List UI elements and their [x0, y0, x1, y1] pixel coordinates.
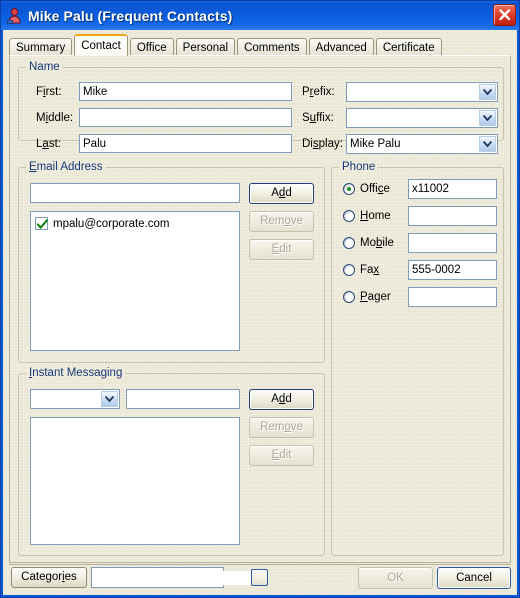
- phone-radio-pager[interactable]: Pager: [343, 291, 391, 303]
- phone-home-label: Home: [360, 210, 391, 222]
- phone-radio-home[interactable]: Home: [343, 210, 391, 222]
- im-group-legend: Instant Messaging: [26, 367, 126, 379]
- email-edit-button[interactable]: Edit: [249, 239, 314, 260]
- email-input[interactable]: [30, 183, 240, 203]
- email-remove-button[interactable]: Remove: [249, 211, 314, 232]
- first-name-label: First:: [36, 86, 62, 98]
- im-address-input[interactable]: [126, 389, 240, 409]
- phone-radio-mobile[interactable]: Mobile: [343, 237, 394, 249]
- im-listbox[interactable]: [30, 417, 240, 545]
- phone-office-label: Office: [360, 183, 390, 195]
- chevron-down-icon[interactable]: [479, 136, 496, 152]
- name-group-legend: Name: [26, 61, 63, 73]
- suffix-label: Suffix:: [302, 112, 334, 124]
- phone-pager-label: Pager: [360, 291, 391, 303]
- email-add-button[interactable]: Add: [249, 183, 314, 204]
- middle-name-label: Middle:: [36, 112, 74, 124]
- categories-input[interactable]: [92, 570, 251, 585]
- display-name-combobox[interactable]: Mike Palu: [346, 134, 498, 154]
- phone-group: Phone Office Home Mobile: [331, 161, 504, 556]
- email-listbox[interactable]: mpalu@corporate.com: [30, 211, 240, 351]
- contact-person-icon: [6, 7, 23, 24]
- radio-selected-icon[interactable]: [343, 183, 355, 195]
- categories-field[interactable]: [91, 567, 268, 588]
- phone-group-legend: Phone: [339, 161, 379, 173]
- im-edit-button[interactable]: Edit: [249, 445, 314, 466]
- radio-unselected-icon[interactable]: [343, 210, 355, 222]
- close-icon[interactable]: [493, 4, 516, 26]
- im-remove-button[interactable]: Remove: [249, 417, 314, 438]
- cancel-button[interactable]: Cancel: [437, 567, 511, 589]
- phone-pager-input[interactable]: [408, 287, 497, 307]
- window-title: Mike Palu (Frequent Contacts): [28, 7, 233, 24]
- chevron-down-icon[interactable]: [479, 110, 496, 126]
- im-add-button[interactable]: Add: [249, 389, 314, 410]
- contact-properties-window: Mike Palu (Frequent Contacts) Summary Co…: [0, 0, 520, 598]
- ellipsis-picker-button[interactable]: [251, 569, 268, 586]
- phone-mobile-input[interactable]: [408, 233, 497, 253]
- checkbox-checked-icon[interactable]: [35, 217, 48, 230]
- categories-button[interactable]: Categories: [11, 567, 87, 588]
- dialog-button-bar: Categories OK Cancel: [3, 564, 517, 595]
- phone-radio-office[interactable]: Office: [343, 183, 390, 195]
- radio-unselected-icon[interactable]: [343, 264, 355, 276]
- last-name-input[interactable]: [79, 134, 292, 153]
- suffix-combobox[interactable]: [346, 108, 498, 128]
- phone-fax-label: Fax: [360, 264, 380, 276]
- name-group: Name First: Middle: Last: Prefix:: [18, 61, 504, 154]
- display-name-label: Display:: [302, 138, 343, 150]
- display-name-value: Mike Palu: [350, 138, 401, 150]
- ok-button[interactable]: OK: [358, 567, 433, 589]
- chevron-down-icon[interactable]: [479, 84, 496, 100]
- last-name-label: Last:: [36, 138, 61, 150]
- phone-radio-fax[interactable]: Fax: [343, 264, 379, 276]
- list-item[interactable]: mpalu@corporate.com: [31, 215, 239, 232]
- im-protocol-combobox[interactable]: [30, 389, 120, 409]
- email-address-group: Email Address mpalu@corporate.com Add Re…: [18, 161, 325, 363]
- middle-name-input[interactable]: [79, 108, 292, 127]
- prefix-label: Prefix:: [302, 86, 335, 98]
- tab-bar: Summary Contact Office Personal Comments…: [9, 34, 511, 57]
- chevron-down-icon[interactable]: [101, 391, 118, 407]
- radio-unselected-icon[interactable]: [343, 237, 355, 249]
- prefix-combobox[interactable]: [346, 82, 498, 102]
- contact-tab-panel: Name First: Middle: Last: Prefix:: [9, 55, 511, 563]
- phone-mobile-label: Mobile: [360, 237, 394, 249]
- phone-home-input[interactable]: [408, 206, 497, 226]
- instant-messaging-group: Instant Messaging Add Remove Edit: [18, 367, 325, 556]
- radio-unselected-icon[interactable]: [343, 291, 355, 303]
- email-item-label: mpalu@corporate.com: [53, 217, 170, 230]
- window-titlebar[interactable]: Mike Palu (Frequent Contacts): [1, 1, 519, 30]
- separator: [9, 564, 511, 565]
- dialog-client-area: Summary Contact Office Personal Comments…: [3, 30, 517, 595]
- first-name-input[interactable]: [79, 82, 292, 101]
- phone-fax-input[interactable]: [408, 260, 497, 280]
- email-group-legend: Email Address: [26, 161, 106, 173]
- tab-contact[interactable]: Contact: [74, 34, 128, 56]
- phone-office-input[interactable]: [408, 179, 497, 199]
